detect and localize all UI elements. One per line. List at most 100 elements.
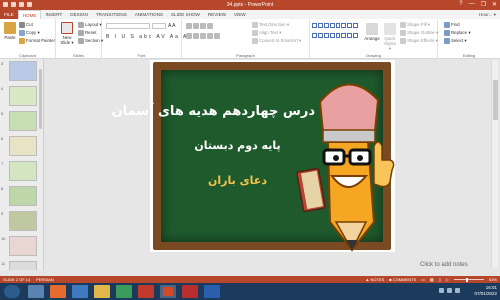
replace-button[interactable]: Replace ▾ (444, 30, 471, 36)
slideshow-view-icon[interactable]: ▷ (446, 277, 449, 282)
maps-icon[interactable] (138, 285, 154, 298)
shape-fill-button[interactable]: Shape Fill ▾ (400, 22, 430, 28)
close-button[interactable]: ✕ (492, 1, 497, 8)
tab-review[interactable]: REVIEW (204, 10, 230, 19)
window-controls: ? — ❐ ✕ (459, 1, 497, 8)
font-name-select[interactable] (106, 23, 150, 29)
word-icon[interactable] (204, 285, 220, 298)
slide-thumbnails-pane: 3 4 5 6 7 8 9 10 11 (0, 59, 44, 270)
shape-effects-button[interactable]: Shape Effects ▾ (400, 38, 438, 44)
slide-thumbnail[interactable]: 5 (1, 111, 37, 131)
network-icon[interactable] (439, 288, 444, 293)
title-bar: 34.pptx - PowerPoint ? — ❐ ✕ (0, 0, 500, 10)
tab-view[interactable]: VIEW (230, 10, 250, 19)
slide-lesson-line[interactable]: دعای باران (160, 174, 315, 187)
comments-toggle[interactable]: ■ COMMENTS (389, 277, 416, 282)
reset-button[interactable]: Reset (78, 30, 96, 36)
paragraph-group: Text Direction ▾ Align Text ▾ Convert to… (182, 19, 310, 59)
clipboard-label: Clipboard (18, 53, 37, 58)
slide-title-line[interactable]: درس چهاردهم هدیه های آسمان (112, 104, 315, 119)
slide-number: 3 (1, 61, 4, 66)
shape-fill-label: Shape Fill ▾ (407, 22, 430, 28)
pdf-icon[interactable] (182, 285, 198, 298)
slide-number: 8 (1, 186, 4, 191)
window-title: 34.pptx - PowerPoint (226, 2, 274, 8)
reading-view-icon[interactable]: ▯ (439, 277, 441, 282)
slide-thumbnail[interactable]: 6 (1, 136, 37, 156)
notes-placeholder[interactable]: Click to add notes (420, 262, 468, 268)
slide-thumbnail[interactable]: 10 (1, 236, 37, 256)
columns-icon (214, 33, 220, 39)
file-manager-icon[interactable] (94, 285, 110, 298)
convert-smartart-button[interactable]: Convert to SmartArt ▾ (252, 38, 301, 44)
slide-thumbnail[interactable]: 4 (1, 86, 37, 106)
grow-font-button[interactable]: A A (168, 23, 176, 29)
new-slide-button[interactable]: New Slide ▾ (59, 22, 75, 45)
cut-button[interactable]: Cut (19, 22, 33, 28)
format-painter-button[interactable]: Format Painter (19, 38, 55, 44)
align-text-button[interactable]: Align Text ▾ (252, 30, 281, 36)
editing-label: Editing (462, 53, 476, 58)
slide-thumbnail[interactable]: 11 (1, 261, 37, 270)
font-size-select[interactable] (152, 23, 166, 29)
paste-button[interactable]: Paste (3, 22, 17, 40)
shape-outline-button[interactable]: Shape Outline ▾ (400, 30, 438, 36)
tab-slide-show[interactable]: SLIDE SHOW (167, 10, 204, 19)
chrome-icon[interactable] (116, 285, 132, 298)
scrollbar-thumb[interactable] (492, 80, 498, 120)
zoom-slider[interactable] (453, 277, 484, 282)
new-slide-icon (61, 22, 73, 34)
status-bar: SLIDE 2 OF 14 PERSIAN ▲ NOTES ■ COMMENTS… (0, 276, 500, 283)
firefox-icon[interactable] (50, 285, 66, 298)
align-text-icon (252, 30, 258, 36)
align-text-label: Align Text ▾ (259, 30, 282, 36)
slide-thumbnail[interactable]: 7 (1, 161, 37, 181)
user-account[interactable]: Hour... ▾ (475, 10, 500, 19)
powerpoint-icon[interactable] (160, 285, 176, 298)
section-button[interactable]: Section ▾ (78, 38, 103, 44)
slide-thumbnail[interactable]: 8 (1, 186, 37, 206)
copy-button[interactable]: Copy ▾ (19, 30, 40, 36)
quick-styles-button[interactable]: Quick Styles ▾ (383, 23, 397, 51)
tab-file[interactable]: FILE (0, 10, 18, 19)
slide-thumbnail[interactable]: 3 (1, 61, 37, 81)
find-button[interactable]: Find (444, 22, 460, 28)
font-format-row[interactable]: B I U S abc AV Aa A (106, 34, 188, 40)
media-player-icon[interactable] (72, 285, 88, 298)
zoom-slider-thumb[interactable] (465, 277, 468, 282)
select-button[interactable]: Select ▾ (444, 38, 467, 44)
zoom-level[interactable]: 53% (489, 277, 497, 282)
help-button[interactable]: ? (459, 1, 462, 8)
shapes-gallery[interactable] (312, 23, 358, 41)
bullets-button[interactable] (186, 23, 214, 29)
tab-home[interactable]: HOME (17, 10, 42, 19)
slide-subtitle-line[interactable]: پایه دوم دبستان (160, 139, 315, 152)
language-icon[interactable] (455, 288, 460, 293)
thumbnail-image (9, 186, 37, 206)
maximize-button[interactable]: ❐ (481, 1, 486, 8)
tab-animations[interactable]: ANIMATIONS (131, 10, 167, 19)
minimize-button[interactable]: — (469, 1, 475, 8)
notes-toggle[interactable]: ▲ NOTES (365, 277, 384, 282)
explorer-icon[interactable] (28, 285, 44, 298)
language-indicator[interactable]: PERSIAN (36, 277, 54, 282)
replace-icon (444, 30, 450, 36)
tab-insert[interactable]: INSERT (41, 10, 66, 19)
slide-thumbnail[interactable]: 9 (1, 211, 37, 231)
start-button[interactable] (4, 285, 20, 298)
tab-design[interactable]: DESIGN (66, 10, 92, 19)
layout-button[interactable]: Layout ▾ (78, 22, 102, 28)
thumbnails-scrollbar[interactable] (39, 69, 42, 129)
arrange-button[interactable]: Arrange (364, 23, 380, 41)
text-direction-button[interactable]: Text Direction ▾ (252, 22, 289, 28)
arrange-label: Arrange (364, 36, 380, 41)
tab-transitions[interactable]: TRANSITIONS (92, 10, 131, 19)
find-icon (444, 22, 450, 28)
canvas-scrollbar[interactable] (491, 60, 498, 268)
slide-sorter-icon[interactable]: ▦ (430, 277, 434, 282)
align-buttons[interactable] (186, 33, 221, 39)
smartart-icon (252, 38, 258, 44)
normal-view-icon[interactable]: ▭ (421, 277, 425, 282)
volume-icon[interactable] (447, 288, 452, 293)
clock[interactable]: 16:01 07/01/2022 (474, 285, 497, 297)
